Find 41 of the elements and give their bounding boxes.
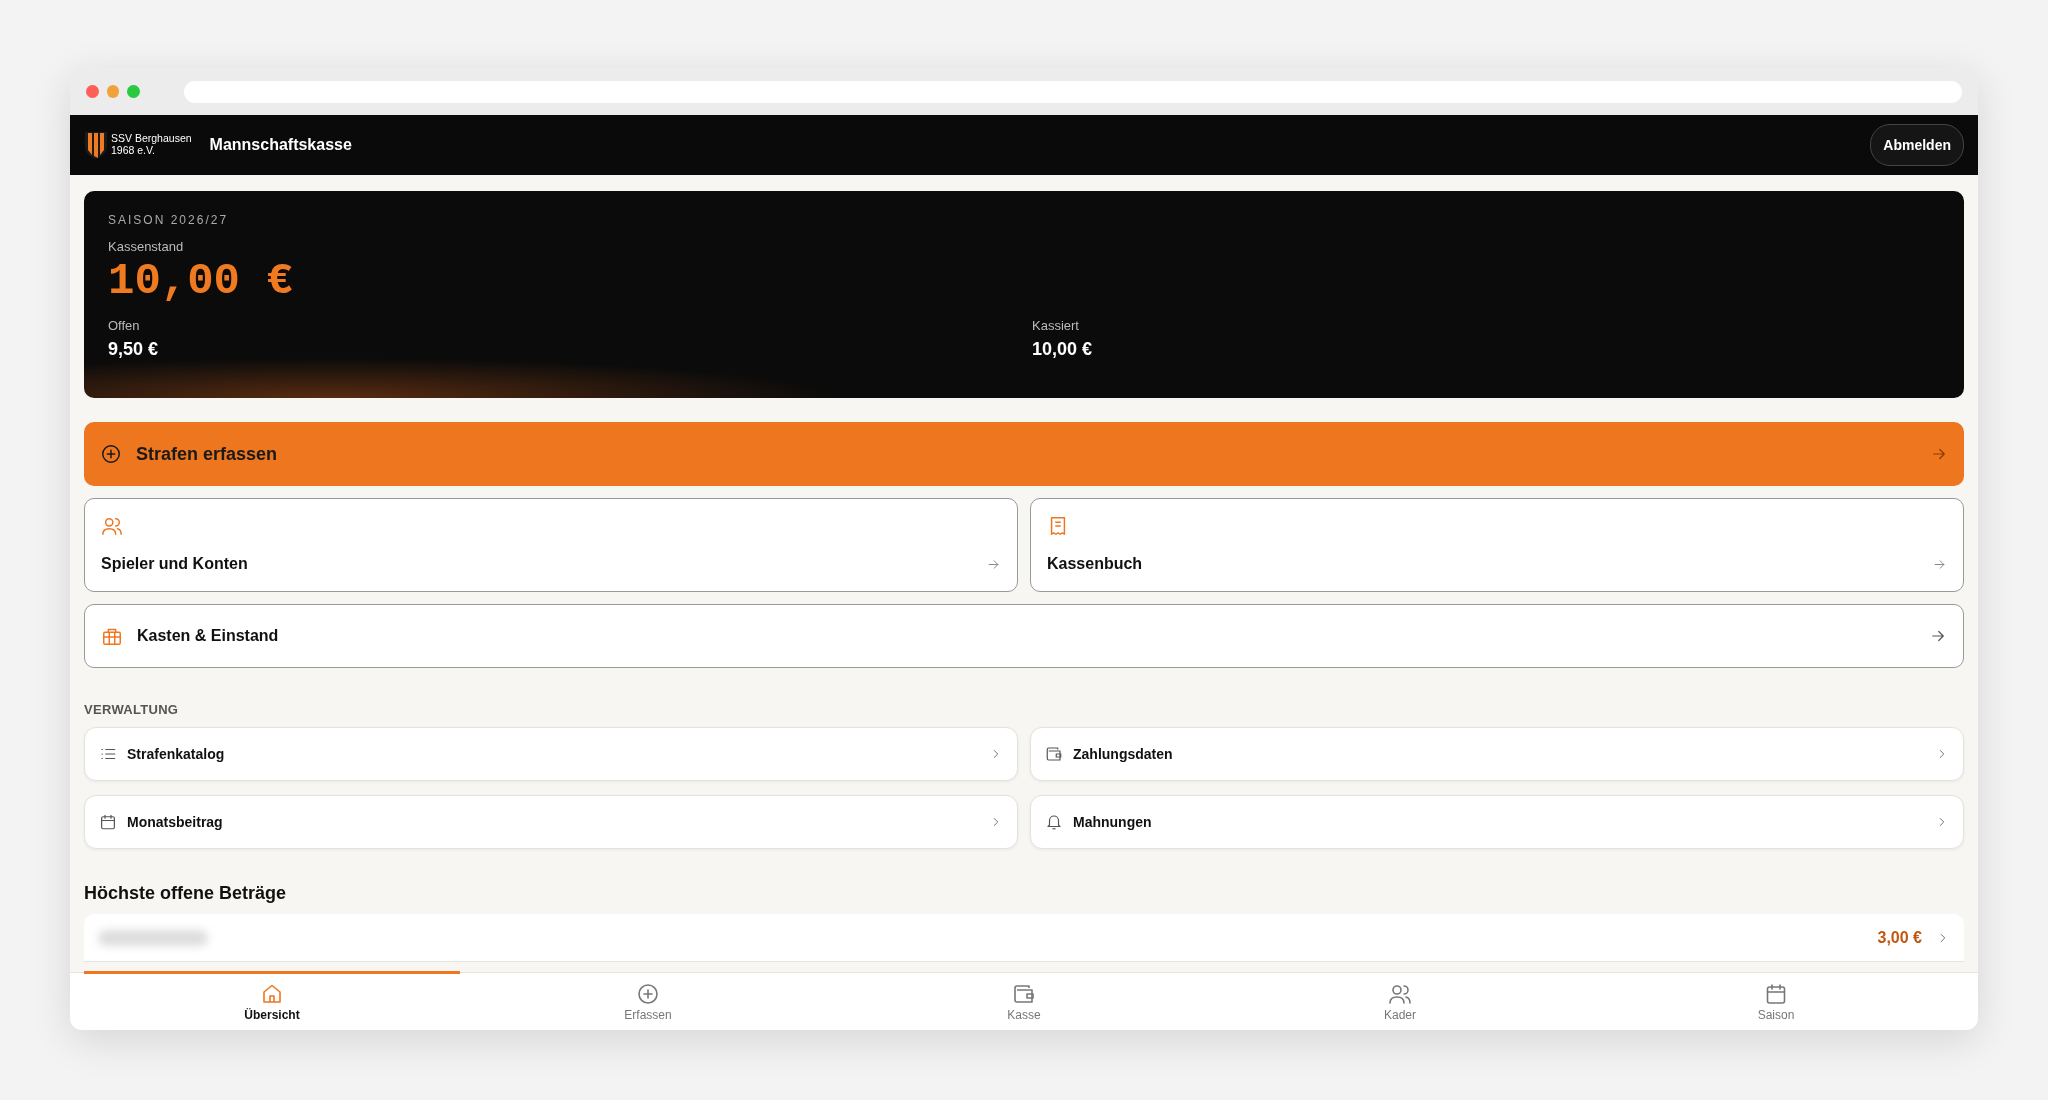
app-title: Mannschaftskasse — [209, 136, 352, 154]
plus-circle-icon — [636, 982, 660, 1006]
nav-tab[interactable]: Kasse — [836, 971, 1212, 1030]
menu-item[interactable]: Strafenkatalog — [84, 727, 1018, 781]
bell-icon — [1045, 813, 1063, 831]
minimize-window-dot[interactable] — [106, 85, 120, 98]
action-card[interactable]: Kassenbuch — [1030, 498, 1964, 592]
logout-button[interactable]: Abmelden — [1870, 124, 1964, 166]
menu-item[interactable]: Monatsbeitrag — [84, 795, 1018, 849]
wallet-icon — [1012, 982, 1036, 1006]
stat-value: 9,50 € — [108, 339, 160, 360]
plus-circle-icon — [100, 443, 122, 465]
stat-value: 10,00 € — [1032, 339, 1094, 360]
amount: 3,00 € — [1877, 928, 1922, 947]
menu-item[interactable]: Mahnungen — [1030, 795, 1964, 849]
action-card[interactable]: Kasten & Einstand — [84, 604, 1964, 668]
nav-tab[interactable]: Übersicht — [84, 971, 460, 1030]
users-icon — [101, 515, 123, 537]
balance-amount: 10,00 € — [108, 256, 294, 306]
calendar-icon — [99, 813, 117, 831]
stat-label: Kassiert — [1032, 318, 1080, 333]
nav-tab[interactable]: Saison — [1588, 971, 1964, 1030]
menu-item[interactable]: Zahlungsdaten — [1030, 727, 1964, 781]
club-name: SSV Berghausen 1968 e.V. — [111, 133, 192, 157]
close-window-dot[interactable] — [86, 85, 99, 98]
maximize-window-dot[interactable] — [127, 85, 140, 98]
balance-label: Kassenstand — [108, 239, 185, 254]
nav-tab[interactable]: Kader — [1212, 971, 1588, 1030]
action-card[interactable]: Spieler und Konten — [84, 498, 1018, 592]
users-icon — [1388, 982, 1412, 1006]
section-heading: VERWALTUNG — [84, 702, 180, 717]
record-penalties-button[interactable]: Strafen erfassen — [84, 422, 1964, 486]
season-label: SAISON 2026/27 — [108, 213, 230, 227]
club-crest-icon — [84, 130, 108, 160]
section-title: Höchste offene Beträge — [84, 883, 288, 904]
wallet-icon — [1045, 745, 1063, 763]
stat-label: Offen — [108, 318, 141, 333]
home-icon — [260, 982, 284, 1006]
open-amount-row[interactable]: 3,00 € — [84, 914, 1964, 962]
nav-tab[interactable]: Erfassen — [460, 971, 836, 1030]
calendar-icon — [1764, 982, 1788, 1006]
